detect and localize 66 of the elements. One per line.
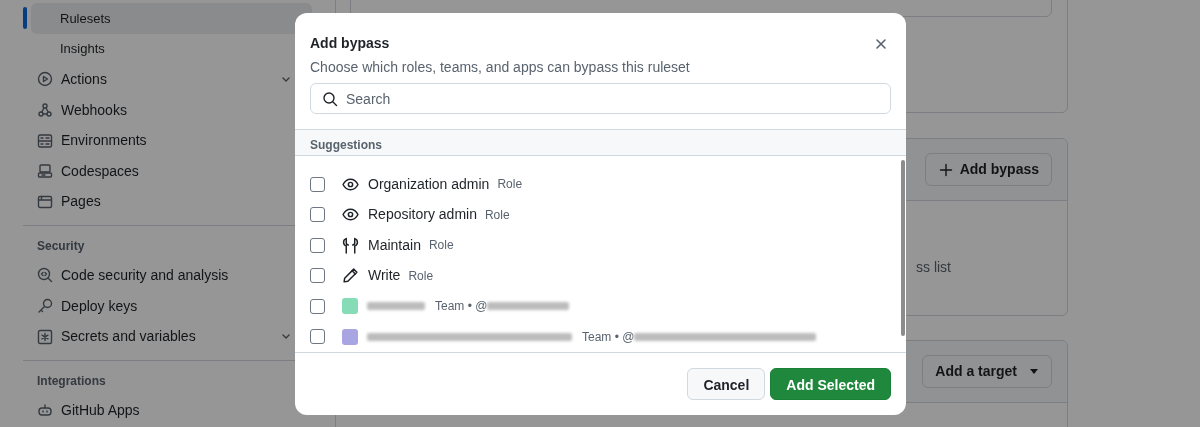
asterisk-icon [37, 328, 53, 345]
sidebar-label: Deploy keys [61, 296, 138, 316]
team-type: Team • @ [582, 328, 635, 346]
sidebar-item[interactable]: Codespaces [31, 155, 312, 187]
sidebar-label: Rulesets [60, 9, 111, 28]
code-scan-icon [37, 267, 53, 284]
cancel-button[interactable]: Cancel [687, 368, 766, 400]
laptop-icon [37, 163, 53, 180]
role-type: Role [497, 176, 523, 194]
selection-indicator [23, 7, 27, 29]
checkbox[interactable] [310, 298, 325, 314]
role-name: Organization admin [368, 174, 490, 194]
plus-icon [937, 161, 954, 178]
sidebar-item[interactable]: Code security and analysis [31, 260, 312, 291]
sidebar-heading: Integrations [36, 372, 107, 390]
sidebar-item[interactable]: Secrets and variables [31, 321, 312, 352]
redacted-text [367, 302, 425, 311]
sidebar-label: Actions [61, 70, 107, 89]
sidebar-label: Secrets and variables [61, 327, 196, 347]
caret-icon [1029, 368, 1039, 375]
team-type: Team • @ [435, 298, 488, 316]
role-type: Role [408, 267, 434, 285]
add-target-button[interactable]: Add a target [922, 355, 1052, 388]
checkbox[interactable] [310, 268, 325, 284]
server-icon [37, 132, 53, 149]
webhook-icon [37, 102, 53, 119]
dialog-title: Add bypass [310, 34, 390, 53]
close-icon [875, 37, 887, 50]
add-selected-button[interactable]: Add Selected [770, 368, 891, 400]
sidebar-label: Environments [61, 131, 147, 151]
role-name: Repository admin [368, 205, 477, 225]
robot-icon [37, 402, 53, 419]
empty-state-text: ss list [916, 258, 951, 277]
eye-icon [342, 175, 359, 193]
dialog-subtitle: Choose which roles, teams, and apps can bypass this ruleset [310, 58, 691, 77]
browser-icon [37, 193, 53, 210]
add-bypass-button[interactable]: Add bypass [924, 153, 1052, 186]
search-field[interactable]: Search [310, 83, 891, 114]
sidebar-item[interactable]: Pages [31, 186, 312, 218]
role-type: Role [484, 206, 510, 224]
play-icon [37, 71, 53, 88]
checkbox[interactable] [310, 207, 325, 223]
checkbox[interactable] [310, 237, 325, 253]
sidebar-label: Insights [60, 40, 105, 59]
checkbox[interactable] [310, 176, 325, 192]
sidebar-item[interactable]: Actions [31, 64, 312, 95]
sidebar-label: GitHub Apps [61, 400, 140, 420]
section-header: Suggestions [295, 129, 906, 156]
search-icon [322, 90, 338, 107]
role-name: Maintain [368, 235, 421, 255]
sidebar-heading: Security [36, 238, 86, 256]
scrollbar[interactable] [901, 160, 905, 336]
eye-icon [342, 206, 359, 224]
sidebar-label: Pages [61, 192, 101, 212]
sidebar-item[interactable]: Deploy keys [31, 290, 312, 322]
checkbox[interactable] [310, 329, 325, 345]
sidebar-label: Webhooks [61, 100, 127, 120]
role-name: Write [368, 266, 401, 286]
sidebar-label: Codespaces [61, 161, 139, 181]
pencil-icon [342, 267, 359, 285]
sidebar-item[interactable]: Webhooks [31, 94, 312, 126]
sidebar-label: Code security and analysis [61, 265, 229, 285]
role-type: Role [428, 237, 454, 255]
sidebar-item[interactable]: GitHub Apps [31, 394, 312, 426]
tools-icon [342, 236, 359, 254]
key-icon [37, 298, 53, 315]
